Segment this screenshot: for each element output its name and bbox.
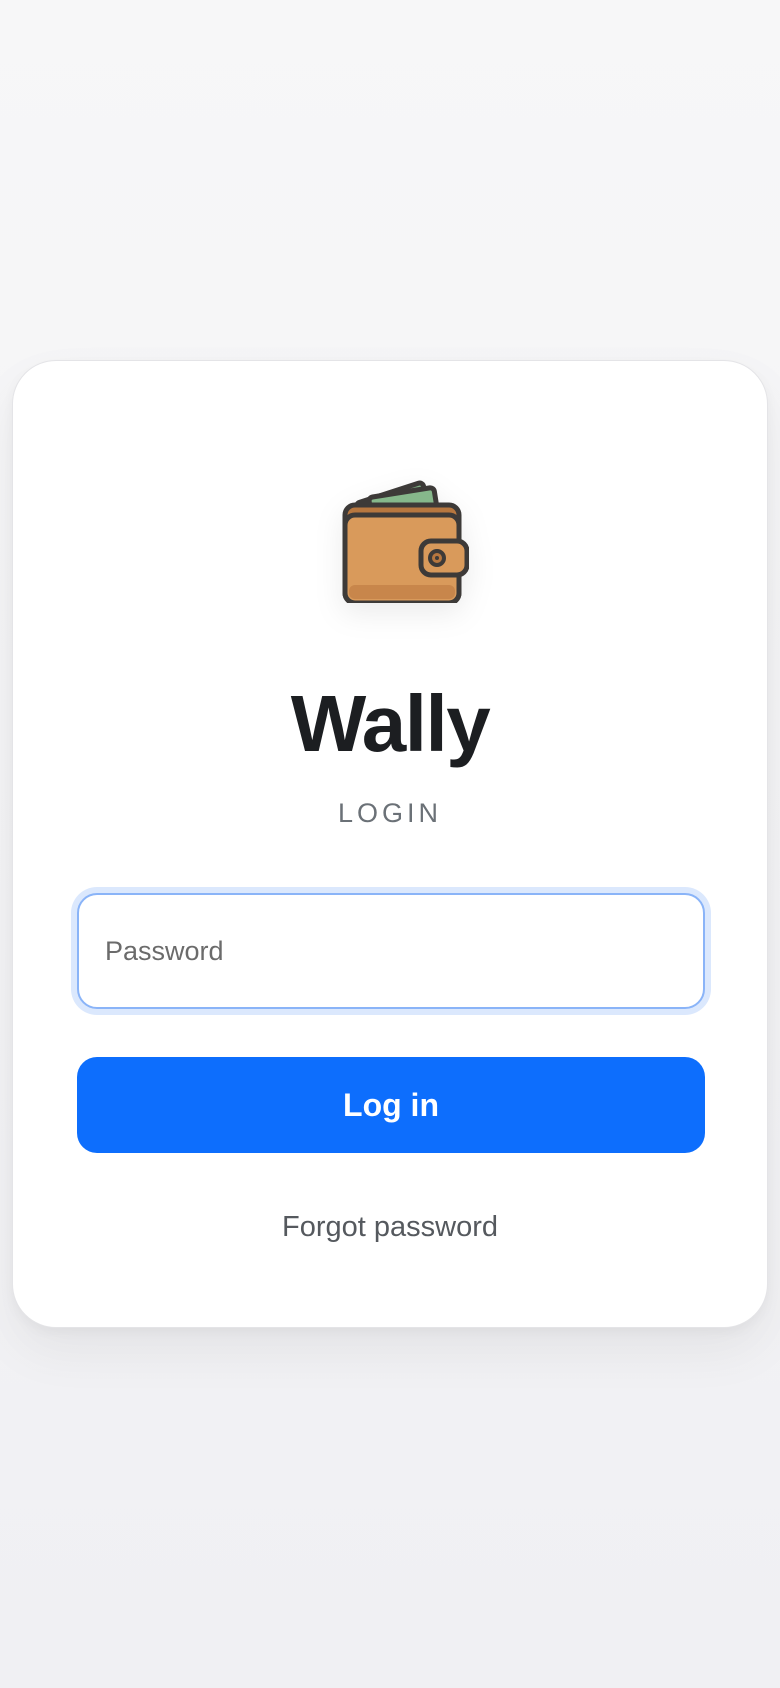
wallet-icon	[329, 463, 469, 603]
login-button[interactable]: Log in	[77, 1057, 705, 1153]
login-card: Wally LOGIN Log in Forgot password	[12, 360, 768, 1328]
page-subtitle: LOGIN	[337, 798, 443, 828]
app-title: Wally	[290, 679, 491, 768]
forgot-password-link[interactable]: Forgot password	[13, 1207, 767, 1247]
password-input[interactable]	[77, 893, 705, 1009]
